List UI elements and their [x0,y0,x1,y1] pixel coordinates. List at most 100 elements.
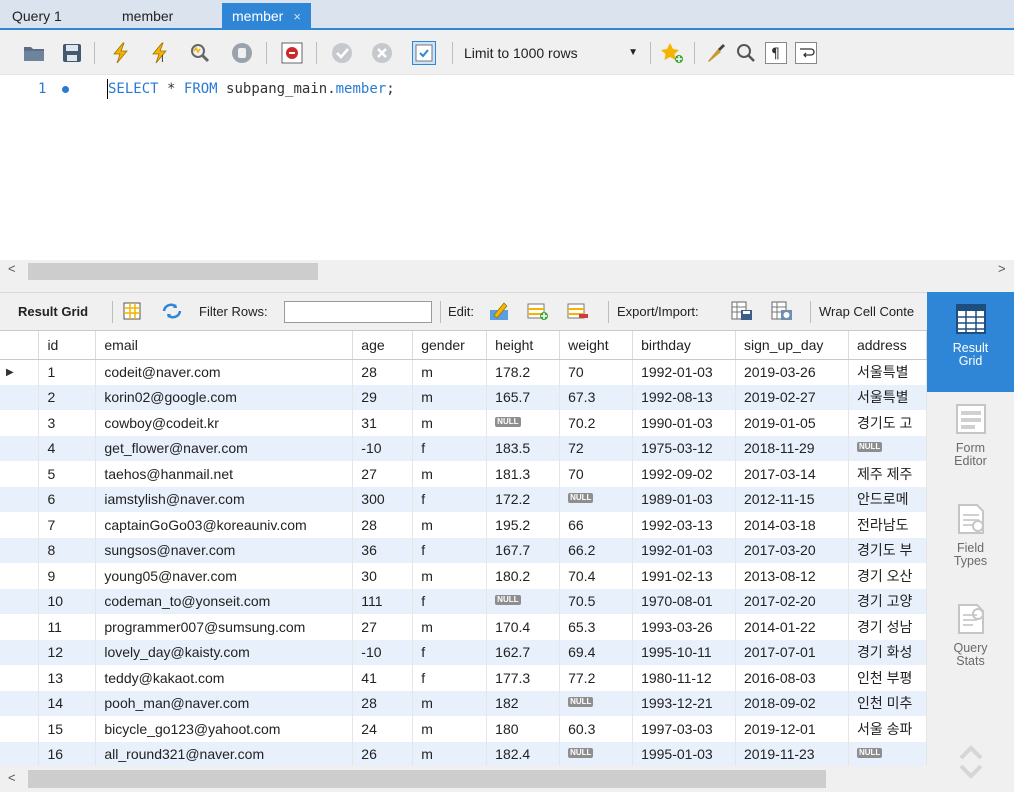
current-row-marker-icon[interactable]: ▶ [0,359,40,385]
cell-birthday[interactable]: 1993-03-26 [632,614,737,640]
save-icon[interactable] [60,41,84,65]
cell-sign_up_day[interactable]: 2017-03-20 [735,537,849,563]
cell-birthday[interactable]: 1992-01-03 [632,537,737,563]
cell-height[interactable]: 172.2 [486,486,561,512]
cell-sign_up_day[interactable]: 2016-08-03 [735,665,849,691]
scrollbar-thumb[interactable] [28,770,826,788]
cell-id[interactable]: 2 [38,384,97,410]
cell-weight[interactable]: 67.3 [559,384,634,410]
sql-statement[interactable]: SELECT * FROM subpang_main.member; [108,81,395,97]
editor-horizontal-scrollbar[interactable]: < > [0,260,1014,282]
column-header[interactable]: address [848,331,927,360]
commit-icon[interactable] [330,41,354,65]
row-marker[interactable] [0,665,40,691]
cell-weight[interactable]: 77.2 [559,665,634,691]
cell-gender[interactable]: m [412,359,488,385]
cell-sign_up_day[interactable]: 2013-08-12 [735,563,849,589]
tab-member-1[interactable]: member [112,3,183,30]
cell-age[interactable]: 36 [352,537,414,563]
cell-height[interactable]: 180 [486,716,561,742]
cell-sign_up_day[interactable]: 2017-07-01 [735,639,849,665]
row-marker[interactable] [0,384,40,410]
cell-birthday[interactable]: 1992-09-02 [632,461,737,487]
cell-email[interactable]: codeit@naver.com [95,359,354,385]
cell-gender[interactable]: f [412,665,488,691]
cell-email[interactable]: captainGoGo03@koreauniv.com [95,512,354,538]
table-row[interactable]: 5 taehos@hanmail.net 27 m 181.3 70 1992-09-02 2… [0,461,927,487]
cell-address[interactable]: 경기 오산 [848,563,927,589]
table-row[interactable]: 2 korin02@google.com 29 m 165.7 67.3 1992-08-1… [0,384,927,410]
cell-gender[interactable]: f [412,588,488,614]
result-grid[interactable]: id email age gender height weight birthd… [0,330,927,766]
row-marker[interactable] [0,512,40,538]
cell-sign_up_day[interactable]: 2017-03-14 [735,461,849,487]
cell-id[interactable]: 4 [38,435,97,461]
column-header[interactable]: weight [559,331,634,360]
cell-birthday[interactable]: 1995-01-03 [632,741,737,766]
cell-email[interactable]: all_round321@naver.com [95,741,354,766]
panel-scroll-chevrons-icon[interactable] [957,742,985,782]
cell-email[interactable]: sungsos@naver.com [95,537,354,563]
cell-height[interactable]: 183.5 [486,435,561,461]
cell-height[interactable]: 181.3 [486,461,561,487]
row-marker[interactable] [0,614,40,640]
cell-age[interactable]: 28 [352,359,414,385]
cell-sign_up_day[interactable]: 2017-02-20 [735,588,849,614]
cell-id[interactable]: 12 [38,639,97,665]
cell-email[interactable]: codeman_to@yonseit.com [95,588,354,614]
cell-address[interactable]: 제주 제주 [848,461,927,487]
rollback-icon[interactable] [370,41,394,65]
cell-birthday[interactable]: 1980-11-12 [632,665,737,691]
cell-height[interactable]: 170.4 [486,614,561,640]
cell-id[interactable]: 6 [38,486,97,512]
cell-email[interactable]: young05@naver.com [95,563,354,589]
cell-weight[interactable]: 65.3 [559,614,634,640]
cell-weight[interactable]: 70 [559,359,634,385]
cell-gender[interactable]: m [412,512,488,538]
scrollbar-thumb[interactable] [28,263,318,280]
cell-gender[interactable]: f [412,435,488,461]
word-wrap-icon[interactable] [794,41,818,65]
cell-id[interactable]: 15 [38,716,97,742]
cell-gender[interactable]: m [412,563,488,589]
cell-age[interactable]: -10 [352,639,414,665]
wrap-cell-content-label[interactable]: Wrap Cell Conte [819,304,914,319]
cell-age[interactable]: 31 [352,410,414,436]
cell-age[interactable]: 27 [352,461,414,487]
table-row[interactable]: 12 lovely_day@kaisty.com -10 f 162.7 69.4 1995… [0,639,927,665]
cell-address[interactable]: 경기도 고 [848,410,927,436]
open-folder-icon[interactable] [22,41,46,65]
cell-height[interactable]: 182 [486,690,561,716]
table-row[interactable]: 11 programmer007@sumsung.com 27 m 170.4 65.3 1… [0,614,927,640]
cell-weight[interactable]: 60.3 [559,716,634,742]
cell-address[interactable]: 서울특별 [848,359,927,385]
cell-sign_up_day[interactable]: 2014-01-22 [735,614,849,640]
cell-sign_up_day[interactable]: 2018-11-29 [735,435,849,461]
row-marker[interactable] [0,563,40,589]
row-marker[interactable] [0,435,40,461]
cell-id[interactable]: 9 [38,563,97,589]
cell-id[interactable]: 8 [38,537,97,563]
cell-age[interactable]: 28 [352,690,414,716]
cell-id[interactable]: 3 [38,410,97,436]
cell-gender[interactable]: m [412,384,488,410]
cell-address[interactable]: 안드로메 [848,486,927,512]
cell-email[interactable]: programmer007@sumsung.com [95,614,354,640]
cell-email[interactable]: bicycle_go123@yahoot.com [95,716,354,742]
cell-id[interactable]: 11 [38,614,97,640]
autocommit-toggle-icon[interactable] [412,41,436,65]
cell-height[interactable]: 177.3 [486,665,561,691]
tab-member-active[interactable]: member × [222,3,311,30]
cell-birthday[interactable]: 1992-03-13 [632,512,737,538]
row-marker[interactable] [0,537,40,563]
cell-gender[interactable]: m [412,410,488,436]
grid-layout-icon[interactable] [120,299,144,323]
cell-sign_up_day[interactable]: 2019-02-27 [735,384,849,410]
close-icon[interactable]: × [293,9,301,24]
invisible-chars-icon[interactable]: ¶ [764,41,788,65]
cell-email[interactable]: pooh_man@naver.com [95,690,354,716]
cell-birthday[interactable]: 1992-08-13 [632,384,737,410]
row-limit-select[interactable]: Limit to 1000 rows ▼ [458,41,644,65]
cell-weight[interactable]: NULL [559,741,634,766]
stop-on-error-icon[interactable] [280,41,304,65]
